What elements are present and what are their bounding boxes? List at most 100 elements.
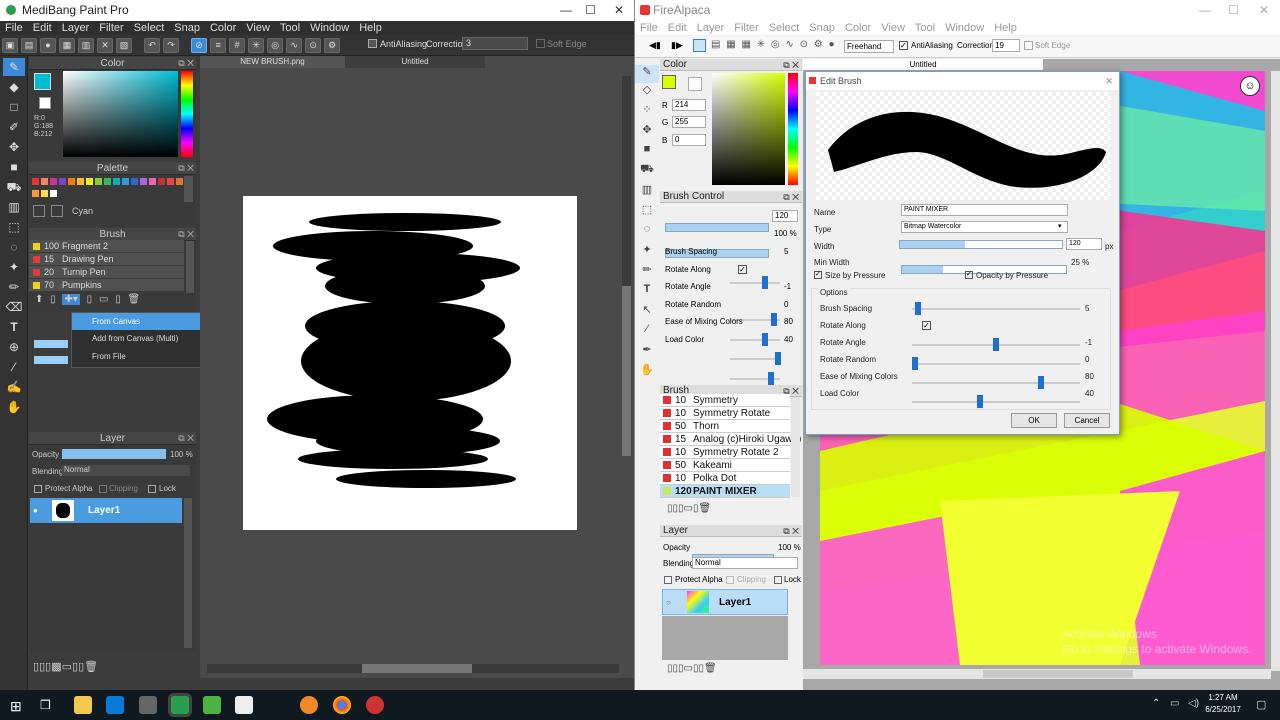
volume-icon[interactable]: ◁)	[1188, 698, 1199, 709]
opacity-by-pressure-checkbox[interactable]: ✓	[965, 271, 973, 279]
brush-add-icon[interactable]: ✚▾	[62, 294, 80, 305]
eyedropper-icon[interactable]: ⁄	[3, 358, 25, 376]
slider-thumb[interactable]	[774, 352, 781, 365]
menu-color[interactable]: Color	[840, 21, 876, 35]
menu-layer[interactable]: Layer	[692, 21, 730, 35]
snap-curve-icon[interactable]: ∿	[286, 38, 303, 53]
menu-snap[interactable]: Snap	[804, 21, 840, 35]
panel-expand-icon[interactable]: ⧉ ✕	[178, 432, 194, 445]
brush-list-item[interactable]: 15 Analog (c)Hiroki Ugawa)	[660, 433, 801, 446]
snipping-tool-icon[interactable]	[139, 696, 157, 714]
palette-swatch[interactable]	[104, 178, 111, 185]
panel-expand-icon[interactable]: ⧉ ✕	[783, 59, 799, 71]
tab-untitled[interactable]: Untitled	[345, 56, 485, 68]
palette-swatch[interactable]	[158, 178, 165, 185]
undo-icon[interactable]: ↶	[144, 38, 161, 53]
option-slider[interactable]	[912, 338, 1080, 351]
lock-checkbox[interactable]	[148, 485, 156, 493]
rotate-along-checkbox[interactable]: ✓	[922, 321, 931, 330]
tool-button[interactable]: ✕	[97, 38, 113, 53]
snap-radial-icon[interactable]: ✳	[248, 38, 265, 53]
tab-untitled[interactable]: Untitled	[803, 59, 1043, 70]
brush-control-slider[interactable]	[730, 276, 780, 289]
tab-new-brush[interactable]: NEW BRUSH.png	[200, 56, 345, 68]
dialog-close-icon[interactable]: ✕	[1105, 72, 1113, 90]
tool-button[interactable]: ▦	[59, 38, 75, 53]
vertical-scrollbar[interactable]	[622, 76, 631, 456]
soft-edge-checkbox[interactable]	[1024, 41, 1033, 50]
lock-checkbox[interactable]	[774, 576, 782, 584]
windows-start-icon[interactable]: ⊞	[10, 698, 22, 715]
brush-size-input[interactable]: 120	[772, 210, 798, 222]
fill-tool-icon[interactable]: ■	[3, 158, 25, 176]
app-taskbar-icon[interactable]	[235, 696, 253, 714]
panel-expand-icon[interactable]: ⧉ ✕	[783, 525, 799, 537]
menu-file[interactable]: File	[635, 21, 663, 35]
magic-wand-icon[interactable]: ✦	[635, 243, 659, 263]
brush-scrollbar[interactable]	[186, 241, 194, 293]
palette-swatch[interactable]	[140, 178, 147, 185]
delete-layer-icon[interactable]: 🗑	[84, 661, 98, 673]
notifications-icon[interactable]: ▢	[1256, 698, 1266, 711]
move-tool-icon[interactable]: ✥	[3, 138, 25, 156]
divide-tool-icon[interactable]: ⊕	[3, 338, 25, 356]
snap-perspective-icon[interactable]: ⊙	[305, 38, 322, 53]
clipping-checkbox[interactable]	[726, 576, 734, 584]
menu-select[interactable]: Select	[764, 21, 805, 35]
gradient-tool-icon[interactable]: ▥	[635, 183, 659, 203]
eraser-tool-icon[interactable]: ◆	[3, 78, 25, 96]
brush-list-item[interactable]: 50 Thorn	[660, 420, 790, 433]
maximize-icon[interactable]: ☐	[1228, 0, 1239, 21]
text-tool-icon[interactable]: T	[3, 318, 25, 336]
menu-tool[interactable]: Tool	[910, 21, 940, 35]
palette-swatch[interactable]	[95, 178, 102, 185]
delete-layer-icon[interactable]: 🗑	[704, 663, 717, 674]
slider-thumb[interactable]	[976, 395, 983, 408]
brush-size-slider[interactable]	[665, 223, 769, 232]
brush-list-item[interactable]: 10 Symmetry Rotate	[660, 407, 790, 420]
close-icon[interactable]: ✕	[1259, 0, 1269, 21]
palette-swatch[interactable]	[113, 178, 120, 185]
palette-swatch[interactable]	[176, 178, 183, 185]
hue-slider[interactable]	[181, 71, 193, 157]
brush-new-icon[interactable]: ▯	[50, 294, 56, 305]
lasso-tool-icon[interactable]: ◌	[3, 238, 25, 256]
layer-scrollbar[interactable]	[184, 498, 192, 648]
palette-swatch[interactable]	[50, 178, 57, 185]
transparent-color-swatch[interactable]	[688, 77, 702, 91]
minimize-icon[interactable]: —	[1199, 0, 1211, 21]
menu-item-add-from-canvas-multi[interactable]: Add from Canvas (Multi)	[72, 330, 202, 348]
tool-button[interactable]: ●	[40, 38, 56, 53]
layer-row[interactable]: ○ Layer1	[662, 589, 788, 615]
palette-swatch[interactable]	[122, 178, 129, 185]
close-icon[interactable]: ✕	[614, 0, 624, 21]
width-slider[interactable]	[899, 240, 1063, 249]
menu-filter[interactable]: Filter	[729, 21, 763, 35]
palette-swatch[interactable]	[131, 178, 138, 185]
ok-button[interactable]: OK	[1011, 413, 1057, 428]
palette-swatch[interactable]	[167, 178, 174, 185]
hand-tool-icon[interactable]: ✋	[3, 398, 25, 416]
delete-brush-icon[interactable]: 🗑	[699, 503, 712, 514]
menu-filter[interactable]: Filter	[94, 21, 128, 35]
brush-list-item[interactable]: 15 Drawing Pen	[29, 253, 184, 266]
palette-add-icon[interactable]	[33, 205, 45, 217]
network-icon[interactable]: ▭	[1170, 698, 1179, 709]
brush-list-item[interactable]: 20 Turnip Pen	[29, 266, 184, 279]
palette-swatch[interactable]	[59, 178, 66, 185]
brush-list-item[interactable]: 100 Fragment 2	[29, 240, 184, 253]
brush-type-select[interactable]: Bitmap Watercolor	[901, 221, 1068, 233]
size-by-pressure-checkbox[interactable]: ✓	[814, 271, 822, 279]
select-tool-icon[interactable]: ⬚	[3, 218, 25, 236]
folder-icon[interactable]: ▭	[684, 663, 693, 674]
hue-slider[interactable]	[788, 73, 798, 185]
file-explorer-icon[interactable]	[74, 696, 92, 714]
palette-swatch[interactable]	[50, 190, 57, 197]
snap-curve-icon[interactable]: ∿	[785, 39, 793, 50]
chrome-icon[interactable]	[333, 696, 351, 714]
tool-button[interactable]: ▧	[116, 38, 132, 53]
menu-help[interactable]: Help	[989, 21, 1022, 35]
clipping-checkbox[interactable]	[99, 485, 107, 493]
magic-wand-icon[interactable]: ✦	[3, 258, 25, 276]
bucket-tool-icon[interactable]: ⛟	[3, 178, 25, 196]
